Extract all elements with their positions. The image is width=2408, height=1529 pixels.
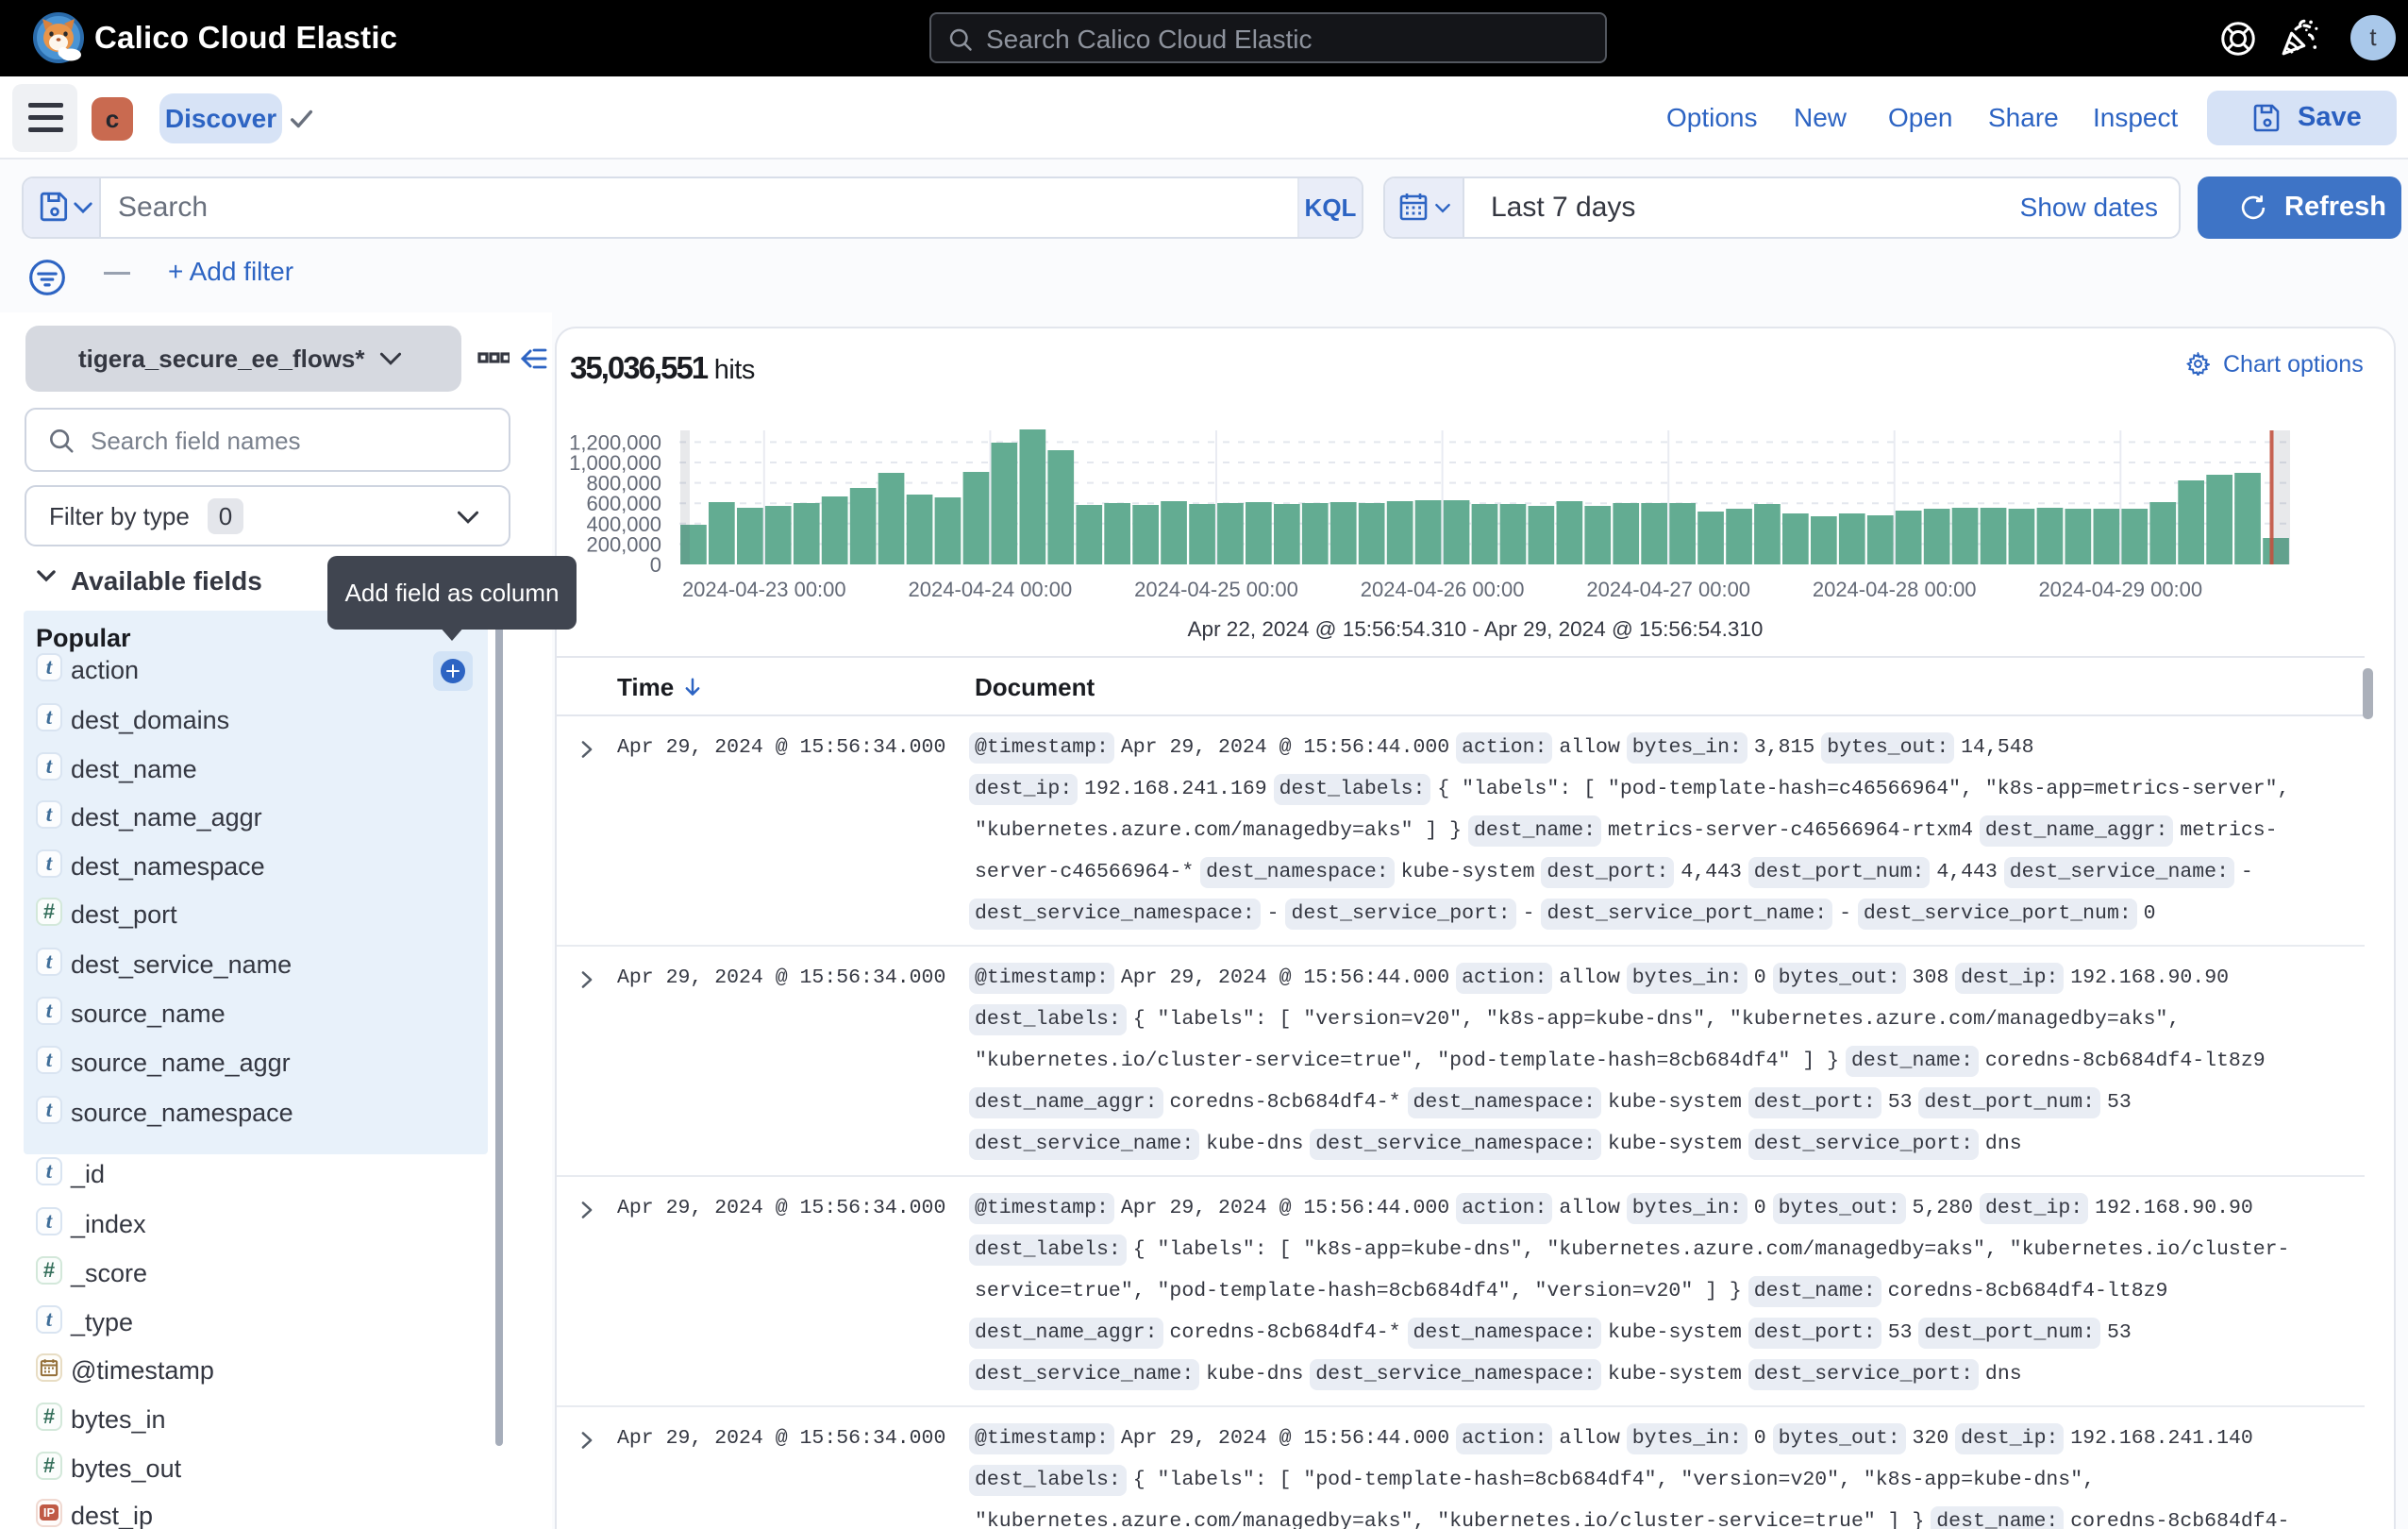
svg-text:200,000: 200,000 [586, 532, 661, 556]
svg-text:600,000: 600,000 [586, 492, 661, 515]
svg-text:2024-04-23 00:00: 2024-04-23 00:00 [682, 578, 846, 601]
svg-text:800,000: 800,000 [586, 472, 661, 496]
svg-text:2024-04-28 00:00: 2024-04-28 00:00 [1813, 578, 1977, 601]
svg-text:2024-04-27 00:00: 2024-04-27 00:00 [1586, 578, 1750, 601]
svg-text:2024-04-25 00:00: 2024-04-25 00:00 [1134, 578, 1298, 601]
svg-text:0: 0 [650, 553, 661, 577]
svg-text:1,200,000: 1,200,000 [569, 430, 661, 454]
svg-text:400,000: 400,000 [586, 512, 661, 536]
svg-text:2024-04-29 00:00: 2024-04-29 00:00 [2038, 578, 2202, 601]
svg-text:1,000,000: 1,000,000 [569, 451, 661, 475]
svg-text:2024-04-26 00:00: 2024-04-26 00:00 [1361, 578, 1525, 601]
svg-text:2024-04-24 00:00: 2024-04-24 00:00 [909, 578, 1073, 601]
